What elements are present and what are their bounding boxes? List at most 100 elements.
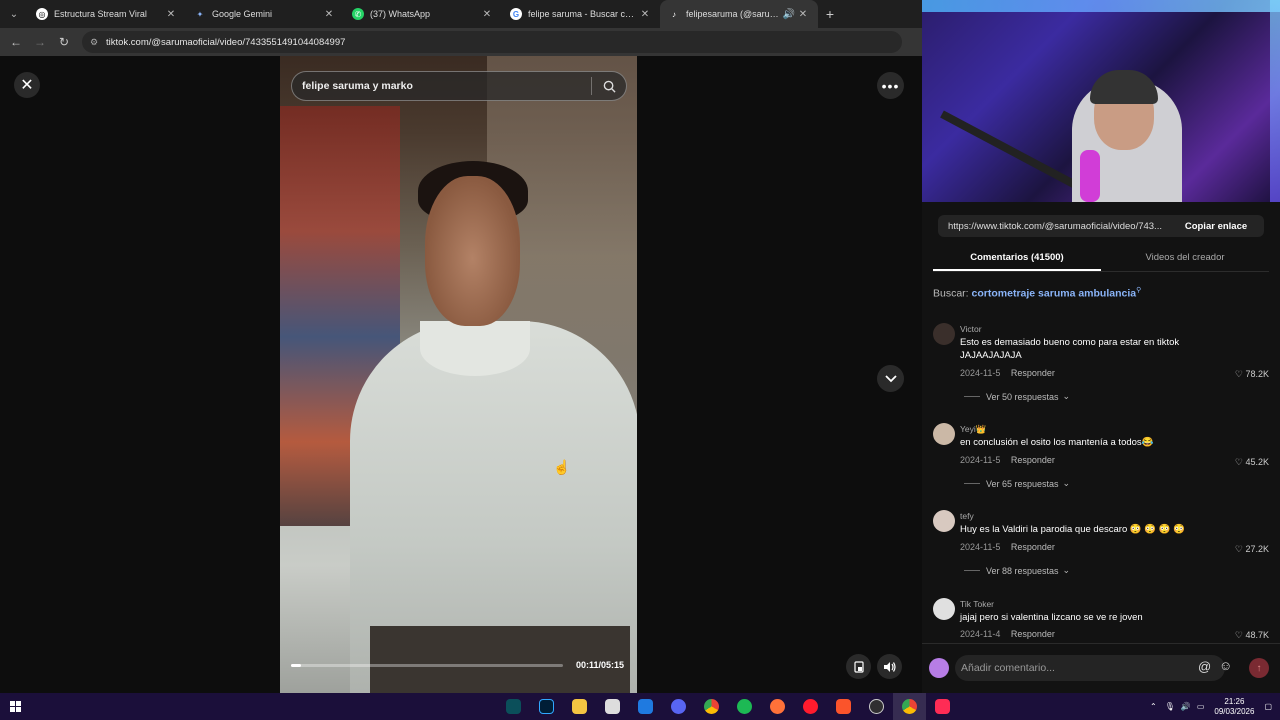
search-suggestion-link[interactable]: cortometraje saruma ambulancia <box>972 288 1137 300</box>
tab-comments[interactable]: Comentarios (41500) <box>933 246 1101 271</box>
calculator-icon[interactable] <box>596 693 629 720</box>
view-replies-button[interactable]: Ver 88 respuestas ⌄ <box>964 565 1070 576</box>
like-button[interactable]: ♡ 27.2K <box>1235 544 1269 555</box>
audio-playing-icon[interactable]: 🔊 <box>782 9 796 20</box>
clock-date: 09/03/2026 <box>1214 706 1255 716</box>
avatar[interactable] <box>933 598 955 620</box>
volume-icon[interactable] <box>877 654 902 679</box>
search-suggestion-row: Buscar: cortometraje saruma ambulancia⚲ <box>933 286 1141 300</box>
chevron-down-icon[interactable] <box>877 365 904 392</box>
close-tab-icon[interactable]: ✕ <box>322 9 336 20</box>
chevron-down-icon: ⌄ <box>1062 391 1071 401</box>
whatsapp-icon: ✆ <box>352 8 364 20</box>
send-icon[interactable]: ↑ <box>1249 658 1269 678</box>
comment-composer: Añadir comentario... @ ☺ ↑ <box>922 643 1280 693</box>
close-icon[interactable]: ✕ <box>14 72 40 98</box>
video-progress-bar[interactable] <box>291 664 563 667</box>
video-viewer: ✕ felipe saruma y marko ••• 00:11/05:15 … <box>0 56 922 693</box>
new-tab-button[interactable]: + <box>818 6 842 22</box>
mention-icon[interactable]: @ <box>1198 659 1211 674</box>
avatar[interactable] <box>933 510 955 532</box>
back-arrow-icon[interactable]: ← <box>4 35 28 49</box>
close-tab-icon[interactable]: ✕ <box>164 9 178 20</box>
browser-tab-2[interactable]: ✦ Google Gemini ✕ <box>186 0 344 28</box>
clock-time: 21:26 <box>1224 696 1245 706</box>
view-replies-button[interactable]: Ver 65 respuestas ⌄ <box>964 478 1070 489</box>
discord-icon[interactable] <box>662 693 695 720</box>
reply-button[interactable]: Responder <box>1011 368 1055 378</box>
reply-button[interactable]: Responder <box>1011 455 1055 465</box>
browser-tab-strip: ⌄ ◎ Estructura Stream Viral ✕ ✦ Google G… <box>0 0 922 28</box>
browser-tab-label: Google Gemini <box>212 9 273 19</box>
comment-username[interactable]: Tik Toker <box>960 599 994 609</box>
emoji-icon[interactable]: ☺ <box>1219 658 1232 673</box>
photoshop-icon[interactable] <box>530 693 563 720</box>
site-info-icon[interactable]: ⚙ <box>90 37 100 48</box>
close-tab-icon[interactable]: ✕ <box>480 9 494 20</box>
heart-icon: ♡ <box>1234 369 1243 379</box>
chevron-up-icon[interactable]: ⌃ <box>1150 702 1157 711</box>
comment-input[interactable]: Añadir comentario... <box>955 655 1225 681</box>
forward-arrow-icon[interactable]: → <box>28 35 52 49</box>
comment-item: Victor Esto es demasiado bueno como para… <box>933 323 1269 403</box>
chrome-icon[interactable] <box>695 693 728 720</box>
comment-username[interactable]: Victor <box>960 324 982 334</box>
floating-player-icon[interactable] <box>846 654 871 679</box>
streaming-app-icon[interactable] <box>497 693 530 720</box>
video-player[interactable] <box>280 56 637 693</box>
tab-search-chevron-icon[interactable]: ⌄ <box>0 0 28 28</box>
comment-username[interactable]: Yeyi👑 <box>960 424 986 435</box>
file-explorer-icon[interactable] <box>563 693 596 720</box>
view-replies-label: Ver 65 respuestas <box>986 478 1059 489</box>
like-button[interactable]: ♡ 78.2K <box>1235 369 1269 380</box>
taskbar-clock[interactable]: 21:26 09/03/2026 <box>1214 697 1254 717</box>
close-tab-icon[interactable]: ✕ <box>796 9 810 20</box>
windows-start-icon[interactable] <box>0 693 30 720</box>
close-tab-icon[interactable]: ✕ <box>638 9 652 20</box>
address-bar[interactable]: ⚙ tiktok.com/@sarumaoficial/video/743355… <box>82 31 902 53</box>
comment-text: Esto es demasiado bueno como para estar … <box>960 337 1180 361</box>
browser-tab-3[interactable]: ✆ (37) WhatsApp ✕ <box>344 0 502 28</box>
tiktok-search-input[interactable]: felipe saruma y marko <box>291 71 627 101</box>
firefox-icon[interactable] <box>761 693 794 720</box>
more-options-icon[interactable]: ••• <box>877 72 904 99</box>
comment-date: 2024-11-5 <box>960 455 1001 465</box>
opera-icon[interactable] <box>794 693 827 720</box>
comment-meta: 2024-11-5 Responder <box>960 368 1055 378</box>
comment-username[interactable]: tefy <box>960 511 974 521</box>
comment-item: Yeyi👑 en conclusión el osito los mantení… <box>933 423 1269 493</box>
address-toolbar: ← → ↻ ⚙ tiktok.com/@sarumaoficial/video/… <box>0 28 922 56</box>
avatar[interactable] <box>933 423 955 445</box>
view-replies-button[interactable]: Ver 50 respuestas ⌄ <box>964 391 1070 402</box>
like-button[interactable]: ♡ 45.2K <box>1235 457 1269 468</box>
brave-icon[interactable] <box>827 693 860 720</box>
comment-item: tefy Huy es la Valdiri la parodia que de… <box>933 510 1269 580</box>
chrome-active-icon[interactable] <box>893 693 926 720</box>
webcam-person-cap <box>1090 70 1158 104</box>
microphone-icon[interactable]: 🎙 <box>1165 702 1175 711</box>
reload-icon[interactable]: ↻ <box>52 35 76 49</box>
mail-icon[interactable] <box>629 693 662 720</box>
copy-link-button[interactable]: Copiar enlace <box>1168 221 1264 232</box>
chevron-down-icon: ⌄ <box>1062 478 1071 488</box>
video-frame-person-face <box>425 176 520 326</box>
share-url-text[interactable]: https://www.tiktok.com/@sarumaoficial/vi… <box>938 221 1168 232</box>
comment-date: 2024-11-5 <box>960 368 1001 378</box>
tiktok-app-icon[interactable] <box>926 693 959 720</box>
reply-button[interactable]: Responder <box>1011 629 1055 639</box>
battery-icon[interactable]: ▭ <box>1197 702 1205 711</box>
browser-tab-4[interactable]: G felipe saruma - Buscar con Goo ✕ <box>502 0 660 28</box>
like-button[interactable]: ♡ 48.7K <box>1235 630 1269 641</box>
browser-tab-5-active[interactable]: ♪ felipesaruma (@sarumaofic 🔊 ✕ <box>660 0 818 28</box>
streamer-webcam <box>922 0 1280 202</box>
google-icon: G <box>510 8 522 20</box>
obs-icon[interactable] <box>860 693 893 720</box>
reply-button[interactable]: Responder <box>1011 542 1055 552</box>
browser-tab-1[interactable]: ◎ Estructura Stream Viral ✕ <box>28 0 186 28</box>
avatar[interactable] <box>933 323 955 345</box>
tab-creator-videos[interactable]: Videos del creador <box>1101 246 1269 271</box>
notifications-icon[interactable]: ▢ <box>1264 702 1272 711</box>
volume-icon[interactable]: 🔊 <box>1181 702 1191 711</box>
search-icon[interactable] <box>592 80 626 93</box>
spotify-icon[interactable] <box>728 693 761 720</box>
